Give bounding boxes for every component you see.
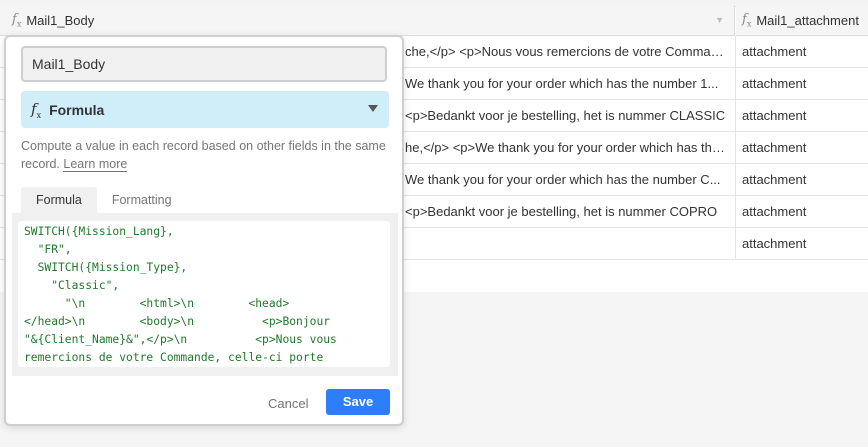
field-type-dropdown[interactable]: fx Formula bbox=[21, 91, 389, 128]
formula-code[interactable]: SWITCH({Mission_Lang}, "FR", SWITCH({Mis… bbox=[18, 221, 390, 367]
field-name-input[interactable] bbox=[21, 46, 387, 82]
field-type-label: Formula bbox=[49, 101, 105, 118]
field-type-description: Compute a value in each record based on … bbox=[21, 137, 391, 173]
column-header-mail1-attachment[interactable]: fx Mail1_attachment bbox=[736, 6, 868, 36]
cell-text: We thank you for your order which has th… bbox=[405, 172, 721, 187]
chevron-down-icon bbox=[368, 105, 378, 112]
column-header-mail1-body[interactable]: fx Mail1_Body ▼ bbox=[0, 6, 735, 36]
formula-editor[interactable]: SWITCH({Mission_Lang}, "FR", SWITCH({Mis… bbox=[18, 221, 390, 367]
cell-text: che,</p> <p>Nous vous remercions de votr… bbox=[405, 44, 730, 59]
cell-mail1-attachment[interactable]: attachment bbox=[742, 236, 806, 251]
field-editor-popup: fx Formula Compute a value in each recor… bbox=[4, 35, 404, 426]
cell-text: We thank you for your order which has th… bbox=[405, 76, 719, 91]
tab-formula[interactable]: Formula bbox=[21, 187, 97, 213]
cell-text: <p>Bedankt voor je bestelling, het is nu… bbox=[405, 204, 718, 219]
cell-mail1-attachment[interactable]: attachment bbox=[742, 204, 806, 219]
formula-icon: fx bbox=[742, 12, 752, 29]
learn-more-link[interactable]: Learn more bbox=[63, 157, 128, 172]
cell-mail1-attachment[interactable]: attachment bbox=[742, 140, 806, 155]
cell-mail1-attachment[interactable]: attachment bbox=[742, 44, 806, 59]
formula-icon: fx bbox=[12, 12, 22, 29]
column-header-label: Mail1_attachment bbox=[756, 13, 859, 28]
formula-icon: fx bbox=[31, 99, 42, 120]
cell-mail1-attachment[interactable]: attachment bbox=[742, 108, 806, 123]
cancel-button[interactable]: Cancel bbox=[260, 391, 316, 417]
formula-editor-container: SWITCH({Mission_Lang}, "FR", SWITCH({Mis… bbox=[12, 213, 398, 376]
chevron-down-icon[interactable]: ▼ bbox=[715, 15, 724, 25]
cell-text: <p>Bedankt voor je bestelling, het is nu… bbox=[405, 108, 726, 123]
tab-formatting[interactable]: Formatting bbox=[97, 187, 187, 213]
column-header-label: Mail1_Body bbox=[26, 13, 95, 28]
editor-tabs: Formula Formatting bbox=[21, 187, 187, 213]
cell-mail1-attachment[interactable]: attachment bbox=[742, 76, 806, 91]
cell-text: he,</p> <p>We thank you for your order w… bbox=[405, 140, 730, 155]
save-button[interactable]: Save bbox=[326, 389, 390, 415]
cell-mail1-attachment[interactable]: attachment bbox=[742, 172, 806, 187]
